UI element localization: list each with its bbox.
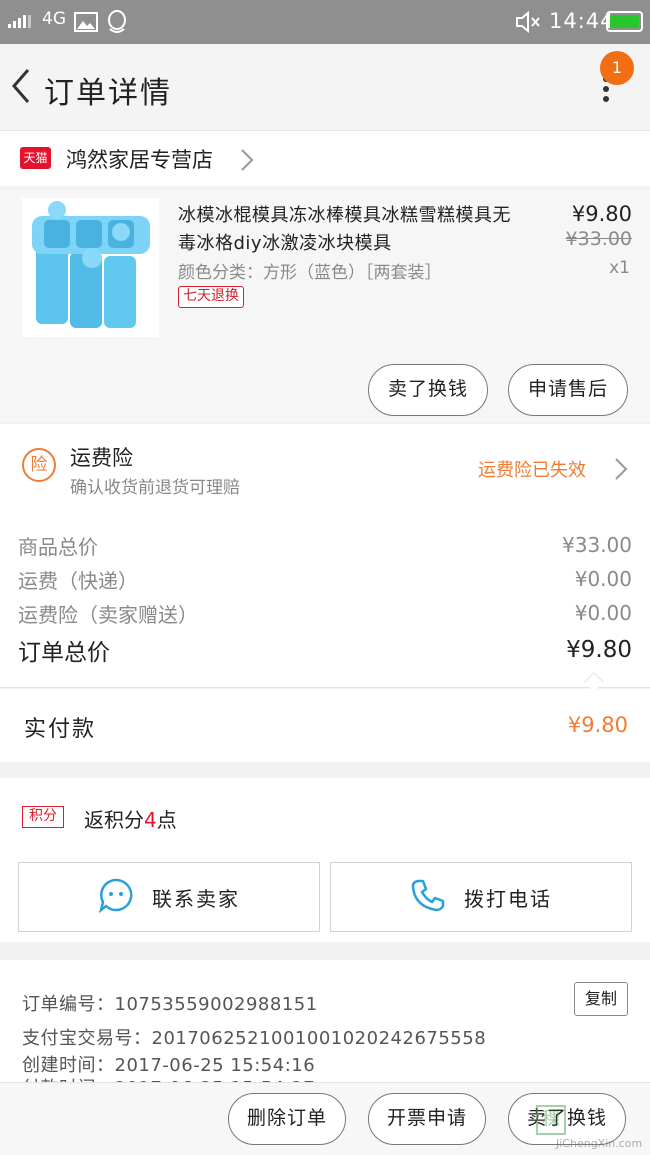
product-card: 冰模冰棍模具冻冰棒模具冰糕雪糕模具无毒冰格diy冰激凌冰块模具 颜色分类：方形（… xyxy=(0,190,650,422)
clock: 14:44 xyxy=(549,9,615,33)
cost-value: ¥33.00 xyxy=(562,533,632,557)
alipay-trade-number: 支付宝交易号：2017062521001001020242675558 xyxy=(22,1028,487,1049)
header: 订单详情 1 xyxy=(0,44,650,130)
points-count: 4 xyxy=(144,808,157,832)
notification-badge: 1 xyxy=(600,51,634,85)
cost-label: 运费（快递） xyxy=(18,568,138,593)
payment-value: ¥9.80 xyxy=(567,713,628,737)
cost-row-insurance: 运费险（卖家赠送） ¥0.00 xyxy=(18,596,632,630)
payment-label: 实付款 xyxy=(24,717,97,742)
cost-value: ¥0.00 xyxy=(574,567,632,591)
resell-button-bottom[interactable]: 卖了换钱 xyxy=(508,1093,626,1145)
chevron-right-icon xyxy=(614,457,628,485)
cost-value: ¥9.80 xyxy=(566,637,632,663)
mute-icon xyxy=(515,10,541,37)
cost-label: 订单总价 xyxy=(18,640,110,666)
cost-label: 运费险（卖家赠送） xyxy=(18,602,198,627)
tmall-logo: 天猫 xyxy=(20,147,51,169)
paid-time: 付款时间：2017-06-25 15:54:27 xyxy=(22,1074,315,1082)
insurance-title: 运费险 xyxy=(70,446,133,470)
order-number: 订单编号：10753559002988151 xyxy=(22,994,318,1015)
page-title: 订单详情 xyxy=(44,76,172,111)
delete-order-button[interactable]: 删除订单 xyxy=(228,1093,346,1145)
product-title[interactable]: 冰模冰棍模具冻冰棒模具冰糕雪糕模具无毒冰格diy冰激凌冰块模具 xyxy=(178,202,518,258)
return-policy-tag: 七天退换 xyxy=(178,286,244,308)
product-price: ¥9.80 xyxy=(571,202,632,226)
image-icon xyxy=(74,12,98,36)
product-spec: 颜色分类：方形（蓝色）［两套装］ xyxy=(178,263,442,283)
invoice-request-button[interactable]: 开票申请 xyxy=(368,1093,486,1145)
divider xyxy=(0,687,650,688)
back-icon[interactable] xyxy=(8,66,32,110)
shop-row[interactable]: 天猫 鸿然家居专营店 xyxy=(0,130,650,186)
bottom-action-bar: 删除订单 开票申请 卖了换钱 稞 JiChengXin.com xyxy=(0,1082,650,1155)
points-section: 积分 返积分4点 联系卖家 拨打电话 xyxy=(0,778,650,942)
contact-seller-button[interactable]: 联系卖家 xyxy=(18,862,320,932)
cost-label: 商品总价 xyxy=(18,534,98,559)
chevron-right-icon xyxy=(240,148,254,176)
insurance-status: 运费险已失效 xyxy=(478,460,586,481)
shop-name[interactable]: 鸿然家居专营店 xyxy=(66,144,213,174)
after-sales-button[interactable]: 申请售后 xyxy=(508,364,628,416)
copy-button[interactable]: 复制 xyxy=(574,982,628,1016)
resell-button[interactable]: 卖了换钱 xyxy=(368,364,488,416)
actual-payment-row: 实付款 ¥9.80 xyxy=(0,689,650,762)
cost-row-total: 订单总价 ¥9.80 xyxy=(18,633,632,667)
signal-icon xyxy=(8,14,31,28)
price-breakdown: 商品总价 ¥33.00 运费（快递） ¥0.00 运费险（卖家赠送） ¥0.00… xyxy=(0,508,650,692)
contact-seller-label: 联系卖家 xyxy=(152,886,240,911)
network-type: 4G xyxy=(42,9,66,29)
product-quantity: x1 xyxy=(609,258,630,278)
phone-icon xyxy=(410,877,446,918)
qq-icon xyxy=(106,9,128,39)
points-text: 返积分4点 xyxy=(84,808,177,832)
order-info: 订单编号：10753559002988151 支付宝交易号：2017062521… xyxy=(0,960,650,1082)
points-tag: 积分 xyxy=(22,806,64,828)
product-image[interactable] xyxy=(22,198,159,337)
insurance-subtitle: 确认收货前退货可理赔 xyxy=(70,478,240,498)
original-price: ¥33.00 xyxy=(565,228,632,250)
insurance-icon: 险 xyxy=(22,448,56,482)
cost-value: ¥0.00 xyxy=(574,601,632,625)
call-phone-button[interactable]: 拨打电话 xyxy=(330,862,632,932)
cost-row-shipping: 运费（快递） ¥0.00 xyxy=(18,562,632,596)
status-bar: 4G 14:44 xyxy=(0,0,650,44)
shipping-insurance-row[interactable]: 险 运费险 确认收货前退货可理赔 运费险已失效 xyxy=(0,424,650,508)
cost-row-goods: 商品总价 ¥33.00 xyxy=(18,528,632,562)
chat-bubble-icon xyxy=(98,877,134,918)
battery-icon xyxy=(606,11,643,32)
call-phone-label: 拨打电话 xyxy=(464,886,552,911)
